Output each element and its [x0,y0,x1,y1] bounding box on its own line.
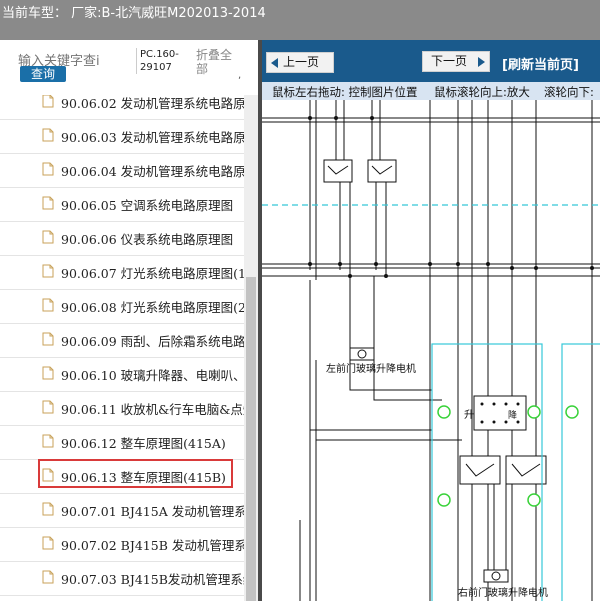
switch-up-label: 升 [464,409,474,421]
document-icon [42,196,54,210]
right-motor-label: 右前门玻璃升降电机 [458,586,548,599]
hint-drag: 鼠标左右拖动: 控制图片位置 [272,85,418,99]
scrollbar-thumb[interactable] [246,277,256,601]
pc-code: PC.160-29107 [136,48,190,74]
list-item[interactable]: 90.06.10 玻璃升降器、电喇叭、 [0,357,244,392]
list-item-label: 90.06.02 发动机管理系统电路原 [61,96,244,111]
list-item-label: 90.06.03 发动机管理系统电路原 [61,130,244,145]
switch-down-label: 降 [508,409,517,421]
document-icon [42,298,54,312]
list-item[interactable]: 90.07.01 BJ415A 发动机管理系统 [0,493,244,528]
search-area: 查询 PC.160-29107 折叠全部 , [0,40,262,95]
list-item[interactable]: 90.06.09 雨刮、后除霜系统电路 [0,323,244,358]
list-item-label: 90.06.11 收放机&行车电脑&点烟 [61,402,244,417]
wiring-diagram[interactable]: 升 降 左前门玻璃升降电机 右前门玻璃升降电机 [262,100,600,601]
document-icon [42,264,54,278]
list-item-label: 90.06.06 仪表系统电路原理图 [61,232,234,247]
arrow-right-icon [478,57,485,67]
viewer-toolbar: 上一页 下一页 [刷新当前页] [262,40,600,82]
list-item[interactable]: 90.06.13 整车原理图(415B) [0,459,244,494]
left-motor-label: 左前门玻璃升降电机 [326,362,416,375]
list-item-label: 90.06.12 整车原理图(415A) [61,436,226,451]
refresh-page-link[interactable]: [刷新当前页] [502,54,579,73]
list-item-label: 90.07.02 BJ415B 发动机管理系统 [61,538,244,553]
list-item-label: 90.06.07 灯光系统电路原理图(1) [61,266,244,281]
document-icon [42,400,54,414]
document-icon [42,502,54,516]
list-item[interactable]: 90.06.05 空调系统电路原理图 [0,187,244,222]
current-model-title: 当前车型： 厂家:B-北汽威旺M202013-2014 [2,6,266,21]
diagram-viewer: 上一页 下一页 [刷新当前页] 鼠标左右拖动: 控制图片位置 鼠标滚轮向上:放大… [262,40,600,601]
list-item[interactable]: 90.06.07 灯光系统电路原理图(1) [0,255,244,290]
list-item[interactable]: 90.06.08 灯光系统电路原理图(2) [0,289,244,324]
document-icon [42,332,54,346]
list-item-label: 90.06.09 雨刮、后除霜系统电路 [61,334,244,349]
arrow-left-icon [271,58,278,68]
list-scrollbar[interactable] [244,95,258,601]
left-panel: 查询 PC.160-29107 折叠全部 , 90.06.02 发动机管理系统电… [0,40,262,601]
document-list: 90.06.02 发动机管理系统电路原 90.06.03 发动机管理系统电路原 90… [0,95,244,601]
list-item-label: 90.06.08 灯光系统电路原理图(2) [61,300,244,315]
document-icon [42,570,54,584]
list-item[interactable]: 90.06.06 仪表系统电路原理图 [0,221,244,256]
hint-zoom-out: 滚轮向下: [544,85,594,99]
next-page-button[interactable]: 下一页 [422,51,490,72]
document-icon [42,95,54,108]
list-item[interactable]: 90.06.03 发动机管理系统电路原 [0,119,244,154]
search-button[interactable]: 查询 [20,66,66,82]
document-icon [42,162,54,176]
document-icon [42,434,54,448]
fold-mark: , [238,70,242,81]
list-item[interactable]: 90.06.04 发动机管理系统电路原 [0,153,244,188]
list-item-label: 90.07.03 BJ415B发动机管理系统 [61,572,244,587]
next-page-label: 下一页 [431,54,468,68]
list-item-label: 90.06.05 空调系统电路原理图 [61,198,234,213]
document-icon [42,366,54,380]
list-item-label: 90.06.10 玻璃升降器、电喇叭、 [61,368,244,383]
list-item[interactable]: 90.06.12 整车原理图(415A) [0,425,244,460]
hint-zoom-in: 鼠标滚轮向上:放大 [434,85,530,99]
list-item[interactable]: 90.06.11 收放机&行车电脑&点烟 [0,391,244,426]
document-icon [42,230,54,244]
list-item[interactable]: 90.07.03 BJ415B发动机管理系统 [0,561,244,596]
list-item-label: 90.06.04 发动机管理系统电路原 [61,164,244,179]
fold-all-button[interactable]: 折叠全部 [196,48,240,76]
selection-highlight [38,459,233,488]
list-item-label: 90.07.01 BJ415A 发动机管理系统 [61,504,244,519]
hint-bar: 鼠标左右拖动: 控制图片位置 鼠标滚轮向上:放大 滚轮向下: [262,82,600,100]
list-item[interactable]: 90.07.02 BJ415B 发动机管理系统 [0,527,244,562]
document-icon [42,536,54,550]
document-icon [42,128,54,142]
prev-page-label: 上一页 [283,55,320,69]
prev-page-button[interactable]: 上一页 [266,52,334,73]
list-item[interactable]: 90.06.02 发动机管理系统电路原 [0,95,244,120]
top-bar: 当前车型： 厂家:B-北汽威旺M202013-2014 [0,0,600,40]
